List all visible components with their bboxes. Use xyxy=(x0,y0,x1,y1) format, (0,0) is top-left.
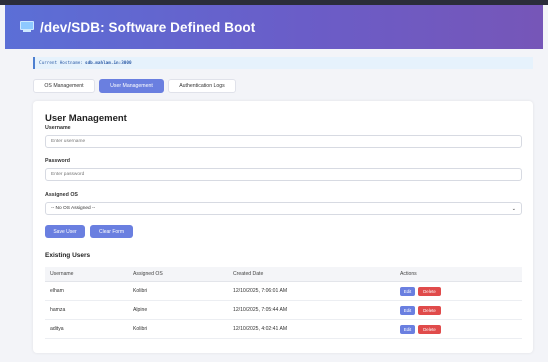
password-label: Password xyxy=(45,158,71,164)
edit-button[interactable]: Edit xyxy=(400,324,415,334)
assigned-os-select[interactable]: -- No OS Assigned -- ⌄ xyxy=(45,202,522,215)
row-actions: Edit Delete xyxy=(400,286,441,296)
hostname-label: Current Hostname: xyxy=(39,60,83,66)
save-user-button[interactable]: Save User xyxy=(45,225,85,238)
tab-bar: OS Management User Management Authentica… xyxy=(33,79,236,93)
username-label: Username xyxy=(45,125,71,131)
assigned-os-label: Assigned OS xyxy=(45,192,78,198)
column-header: Assigned OS xyxy=(133,271,163,277)
delete-button[interactable]: Delete xyxy=(418,305,441,315)
row-assigned-os: Kolibri xyxy=(133,288,148,294)
row-username: hamza xyxy=(50,307,66,313)
row-assigned-os: Alpine xyxy=(133,307,148,313)
edit-button[interactable]: Edit xyxy=(400,286,415,296)
row-created-date: 12/10/2025, 7:06:01 AM xyxy=(233,288,288,294)
row-created-date: 12/10/2025, 7:05:44 AM xyxy=(233,307,288,313)
app-header: /dev/SDB: Software Defined Boot xyxy=(5,5,543,49)
chevron-down-icon: ⌄ xyxy=(511,205,516,212)
tab-os-management[interactable]: OS Management xyxy=(33,79,95,93)
table-header: Username Assigned OS Created Date Action… xyxy=(45,267,522,282)
username-input[interactable]: Enter username xyxy=(45,135,522,148)
table-row: hamza Alpine 12/10/2025, 7:05:44 AM Edit… xyxy=(45,301,522,320)
computer-icon xyxy=(20,21,34,33)
column-header: Actions xyxy=(400,271,417,277)
row-actions: Edit Delete xyxy=(400,324,441,334)
section-title: User Management xyxy=(45,113,127,124)
users-table: Username Assigned OS Created Date Action… xyxy=(45,267,522,339)
hostname-banner: Current Hostname: sdb.mahlam.in:3000 xyxy=(33,57,533,69)
row-username: elham xyxy=(50,288,64,294)
app-title: /dev/SDB: Software Defined Boot xyxy=(40,19,256,35)
table-row: aditya Kolibri 12/10/2025, 4:02:41 AM Ed… xyxy=(45,320,522,339)
row-assigned-os: Kolibri xyxy=(133,326,148,332)
row-actions: Edit Delete xyxy=(400,305,441,315)
column-header: Created Date xyxy=(233,271,264,277)
row-username: aditya xyxy=(50,326,64,332)
password-input[interactable]: Enter password xyxy=(45,168,522,181)
hostname-value: sdb.mahlam.in:3000 xyxy=(84,60,132,66)
row-created-date: 12/10/2025, 4:02:41 AM xyxy=(233,326,288,332)
edit-button[interactable]: Edit xyxy=(400,305,415,315)
tab-authentication-logs[interactable]: Authentication Logs xyxy=(168,79,236,93)
delete-button[interactable]: Delete xyxy=(418,324,441,334)
table-row: elham Kolibri 12/10/2025, 7:06:01 AM Edi… xyxy=(45,282,522,301)
clear-form-button[interactable]: Clear Form xyxy=(90,225,133,238)
user-management-card: User Management Username Enter username … xyxy=(33,101,533,353)
existing-users-title: Existing Users xyxy=(45,252,91,259)
delete-button[interactable]: Delete xyxy=(418,286,441,296)
tab-user-management[interactable]: User Management xyxy=(99,79,164,93)
assigned-os-value: -- No OS Assigned -- xyxy=(51,206,96,211)
column-header: Username xyxy=(50,271,74,277)
